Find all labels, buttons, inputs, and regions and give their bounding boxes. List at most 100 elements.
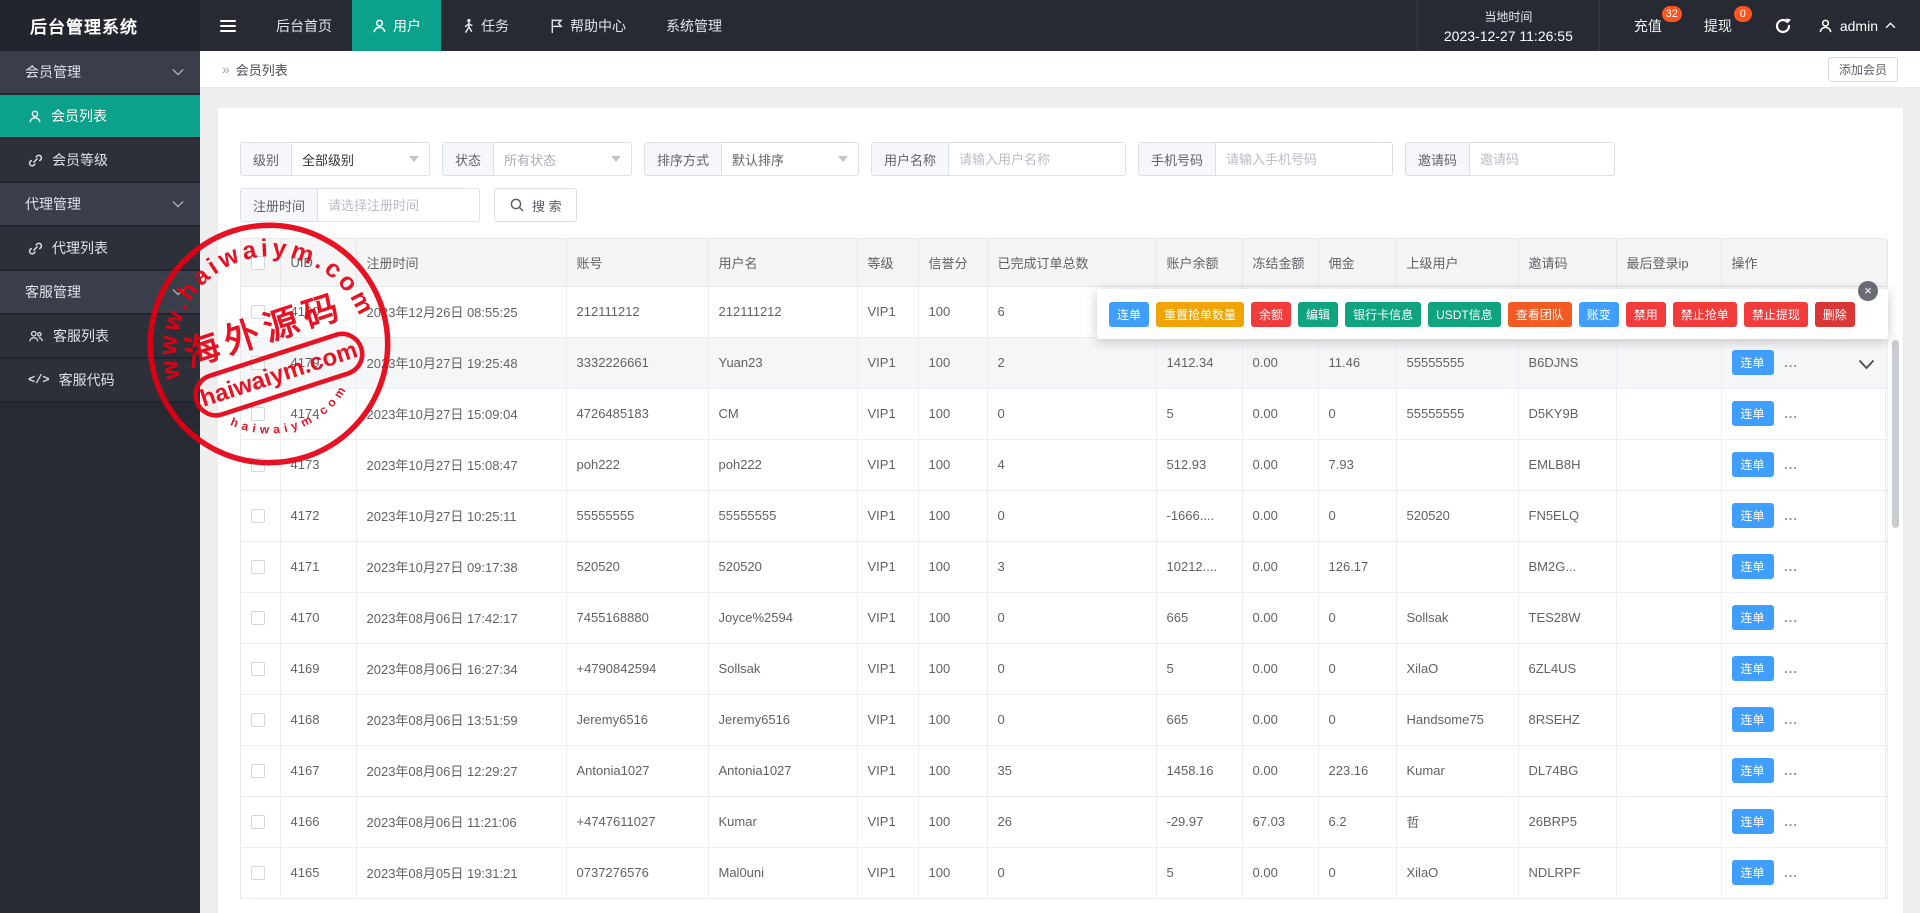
chain-order-button[interactable]: 连单: [1731, 809, 1774, 834]
more-actions-button[interactable]: ...: [1784, 610, 1798, 625]
add-member-button[interactable]: 添加会员: [1827, 56, 1898, 82]
cell-actions: 连单 ...: [1721, 847, 1888, 899]
row-action-button[interactable]: 禁止抢单: [1672, 301, 1737, 327]
nav-help-center[interactable]: 帮助中心: [529, 0, 646, 51]
row-action-button[interactable]: 查看团队: [1507, 301, 1572, 327]
table-scrollbar-thumb[interactable]: [1892, 340, 1899, 528]
table-row: 4169 2023年08月06日 16:27:34 +4790842594 So…: [241, 643, 1888, 695]
cell-completed-orders: 0: [987, 490, 1157, 542]
sidebar-item-support-code[interactable]: </> 客服代码: [0, 359, 200, 403]
recharge-button[interactable]: 充值 32: [1626, 0, 1682, 51]
table-row: 4171 2023年10月27日 09:17:38 520520 520520 …: [241, 541, 1888, 593]
chain-order-button[interactable]: 连单: [1731, 860, 1774, 885]
more-actions-button[interactable]: ...: [1784, 712, 1798, 727]
cell-uid: 4168: [280, 694, 357, 746]
cell-credit: 100: [918, 388, 988, 440]
cell-parent-user: 55555555: [1396, 337, 1519, 389]
row-checkbox[interactable]: [251, 611, 265, 626]
nav-users[interactable]: 用户: [352, 0, 441, 51]
chain-order-button[interactable]: 连单: [1731, 554, 1774, 579]
refresh-button[interactable]: [1758, 0, 1808, 51]
row-action-button[interactable]: 余额: [1251, 301, 1292, 327]
row-checkbox[interactable]: [251, 815, 265, 830]
sidebar-item-agent-list[interactable]: 代理列表: [0, 227, 200, 271]
row-checkbox[interactable]: [251, 305, 265, 320]
chain-order-button[interactable]: 连单: [1731, 758, 1774, 783]
sidebar-item-member-list[interactable]: 会员列表: [0, 95, 200, 139]
sidebar-group-member-management[interactable]: 会员管理: [0, 51, 200, 95]
more-actions-button[interactable]: ...: [1784, 406, 1798, 421]
cell-completed-orders: 35: [987, 745, 1157, 797]
row-checkbox[interactable]: [251, 356, 265, 371]
row-action-button[interactable]: 禁止提现: [1743, 301, 1808, 327]
row-checkbox[interactable]: [251, 407, 265, 422]
row-checkbox[interactable]: [251, 866, 265, 881]
admin-menu[interactable]: admin: [1808, 0, 1920, 51]
sort-select[interactable]: 默认排序: [722, 143, 858, 175]
row-action-button[interactable]: 连单: [1109, 301, 1150, 327]
cell-credit: 100: [918, 592, 988, 644]
level-select[interactable]: 全部级别: [292, 143, 429, 175]
cell-last-login-ip: [1616, 541, 1722, 593]
more-actions-button[interactable]: ...: [1784, 865, 1798, 880]
row-action-button[interactable]: 禁用: [1625, 301, 1666, 327]
more-actions-button[interactable]: ...: [1784, 559, 1798, 574]
more-actions-button[interactable]: ...: [1784, 763, 1798, 778]
cell-commission: 6.2: [1318, 796, 1397, 848]
row-action-button[interactable]: 编辑: [1298, 301, 1339, 327]
more-actions-button[interactable]: ...: [1784, 661, 1798, 676]
cell-completed-orders: 0: [987, 643, 1157, 695]
sidebar-group-agent-management[interactable]: 代理管理: [0, 183, 200, 227]
chain-order-button[interactable]: 连单: [1731, 401, 1774, 426]
nav-system-settings[interactable]: 系统管理: [646, 0, 742, 51]
chain-order-button[interactable]: 连单: [1731, 350, 1774, 375]
phone-input[interactable]: [1216, 143, 1392, 175]
row-action-button[interactable]: 账变: [1578, 301, 1619, 327]
row-action-button[interactable]: USDT信息: [1428, 301, 1501, 327]
sidebar-item-support-list[interactable]: 客服列表: [0, 315, 200, 359]
sidebar-group-support-management[interactable]: 客服管理: [0, 271, 200, 315]
chain-order-button[interactable]: 连单: [1731, 452, 1774, 477]
chain-order-button[interactable]: 连单: [1731, 503, 1774, 528]
row-checkbox[interactable]: [251, 662, 265, 677]
cell-username: poh222: [708, 439, 858, 491]
hamburger-menu-button[interactable]: [200, 0, 256, 51]
cell-account: 7455168880: [566, 592, 709, 644]
more-actions-button[interactable]: ...: [1784, 508, 1798, 523]
username-input[interactable]: [949, 143, 1125, 175]
row-checkbox[interactable]: [251, 458, 265, 473]
row-action-button[interactable]: 银行卡信息: [1345, 301, 1422, 327]
local-time: 当地时间 2023-12-27 11:26:55: [1416, 0, 1600, 51]
cell-account: 3332226661: [566, 337, 709, 389]
row-expand-chevron[interactable]: [1858, 357, 1875, 375]
more-actions-button[interactable]: ...: [1784, 814, 1798, 829]
sidebar-item-member-levels[interactable]: 会员等级: [0, 139, 200, 183]
cell-parent-user: XilaO: [1396, 643, 1519, 695]
close-icon[interactable]: ×: [1858, 281, 1878, 301]
register-time-input[interactable]: [318, 189, 479, 221]
row-action-button[interactable]: 删除: [1814, 301, 1855, 327]
row-checkbox[interactable]: [251, 764, 265, 779]
cell-frozen: 0.00: [1242, 490, 1319, 542]
row-checkbox[interactable]: [251, 509, 265, 524]
row-action-button[interactable]: 重置抢单数量: [1156, 301, 1245, 327]
invite-code-input[interactable]: [1470, 143, 1614, 175]
chain-order-button[interactable]: 连单: [1731, 707, 1774, 732]
chevron-down-icon: [172, 200, 184, 208]
row-checkbox[interactable]: [251, 713, 265, 728]
nav-home[interactable]: 后台首页: [256, 0, 352, 51]
more-actions-button[interactable]: ...: [1784, 355, 1798, 370]
search-button[interactable]: 搜 索: [494, 188, 577, 222]
breadcrumb-icon: »: [222, 61, 230, 77]
withdraw-button[interactable]: 提现 0: [1696, 0, 1752, 51]
more-actions-button[interactable]: ...: [1784, 457, 1798, 472]
chain-order-button[interactable]: 连单: [1731, 656, 1774, 681]
chain-order-button[interactable]: 连单: [1731, 605, 1774, 630]
status-select[interactable]: 所有状态: [494, 143, 631, 175]
nav-tasks[interactable]: 任务: [441, 0, 529, 51]
cell-parent-user: [1396, 541, 1519, 593]
select-all-checkbox[interactable]: [251, 256, 265, 271]
column-header-credit: 信誉分: [918, 239, 988, 287]
table-row: 4165 2023年08月05日 19:31:21 0737276576 Mal…: [241, 847, 1888, 899]
row-checkbox[interactable]: [251, 560, 265, 575]
